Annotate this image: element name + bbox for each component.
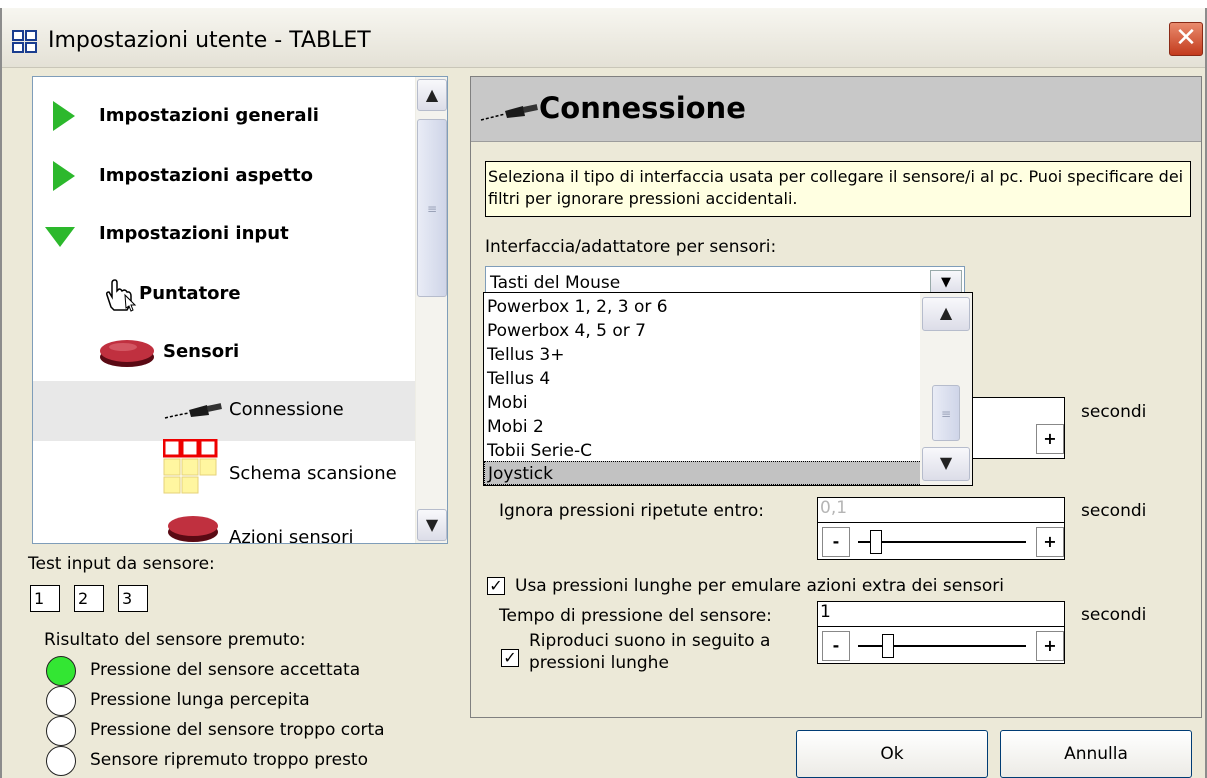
dropdown-option[interactable]: Tellus 4 — [484, 367, 922, 391]
close-button[interactable]: ✕ — [1169, 22, 1203, 56]
dropdown-option[interactable]: Powerbox 1, 2, 3 or 6 — [484, 295, 922, 319]
panel-header: Connessione — [471, 77, 1201, 142]
sound-checkbox[interactable]: ✓ — [501, 649, 519, 667]
tree-item-label: Schema scansione — [229, 463, 397, 484]
scan-grid-icon — [163, 439, 218, 494]
dropdown-option[interactable]: Tobii Serie-C — [484, 439, 922, 463]
test-input-label: Test input da sensore: — [28, 554, 215, 574]
cable-plug-icon — [480, 104, 538, 121]
decrement-button[interactable]: - — [822, 631, 850, 661]
dropdown-option[interactable]: Powerbox 4, 5 or 7 — [484, 319, 922, 343]
test-box-3: 3 — [118, 585, 148, 612]
increment-button[interactable]: + — [1036, 527, 1064, 557]
interface-select-value: Tasti del Mouse — [490, 273, 621, 293]
ignore-value-field[interactable]: 0,1 — [817, 497, 1065, 523]
result-indicator-accepted — [46, 656, 76, 686]
ignore-label: Ignora pressioni ripetute entro: — [499, 501, 764, 521]
tree-item-label: Impostazioni input — [99, 223, 289, 244]
tree-item-sensori[interactable]: Sensori — [33, 323, 416, 383]
info-box: Seleziona il tipo di interfaccia usata p… — [485, 161, 1191, 217]
long-press-label: Usa pressioni lunghe per emulare azioni … — [515, 576, 1004, 596]
tree-scrollbar[interactable]: ▲ ≡ ▼ — [415, 77, 447, 543]
test-box-2: 2 — [74, 585, 104, 612]
press-time-slider[interactable]: - + — [817, 626, 1065, 664]
seconds-label-1: secondi — [1081, 402, 1147, 422]
tree-item-label: Connessione — [229, 399, 344, 420]
scroll-thumb[interactable]: ≡ — [417, 119, 447, 297]
scroll-up-button[interactable]: ▲ — [922, 297, 970, 331]
expand-arrow-icon[interactable] — [51, 99, 77, 133]
long-press-checkbox[interactable]: ✓ — [487, 577, 505, 595]
tree-item-impostazioni-generali[interactable]: Impostazioni generali — [33, 87, 416, 147]
result-early-label: Sensore ripremuto troppo presto — [90, 750, 369, 770]
expand-arrow-icon[interactable] — [51, 159, 77, 193]
slider-thumb[interactable] — [870, 530, 882, 554]
tree-item-puntatore[interactable]: Puntatore — [33, 265, 416, 325]
result-indicator-short — [46, 716, 76, 746]
sensor-button-icon — [168, 516, 218, 542]
tree-item-azioni-sensori[interactable]: Azioni sensori — [33, 501, 416, 544]
decrement-button[interactable]: - — [822, 527, 850, 557]
result-indicator-long — [46, 686, 76, 716]
window-title: Impostazioni utente - TABLET — [48, 28, 371, 53]
scroll-down-button[interactable]: ▼ — [417, 509, 447, 541]
dropdown-scrollbar[interactable]: ▲ ≡ ▼ — [920, 293, 972, 485]
tree-item-impostazioni-input[interactable]: Impostazioni input — [33, 205, 416, 265]
slider-thumb[interactable] — [882, 634, 894, 658]
result-accepted-label: Pressione del sensore accettata — [90, 660, 361, 680]
sensor-button-icon — [100, 340, 154, 367]
dropdown-option-selected[interactable]: Joystick — [484, 461, 922, 485]
slider-track — [858, 541, 1026, 543]
settings-window-icon — [12, 30, 37, 53]
cable-plug-icon — [164, 403, 222, 419]
scroll-down-button[interactable]: ▼ — [922, 447, 970, 481]
interface-label: Interfaccia/adattatore per sensori: — [485, 237, 777, 257]
sound-label-line1: Riproduci suono in seguito a — [529, 631, 771, 651]
title-bar: Impostazioni utente - TABLET ✕ — [2, 8, 1205, 68]
tree-item-label: Impostazioni generali — [99, 105, 319, 126]
result-indicator-early — [46, 746, 76, 776]
dropdown-option[interactable]: Tellus 3+ — [484, 343, 922, 367]
tree-item-label: Impostazioni aspetto — [99, 165, 313, 186]
result-short-label: Pressione del sensore troppo corta — [90, 720, 385, 740]
sound-label-line2: pressioni lunghe — [529, 653, 669, 673]
settings-tree: Impostazioni generali Impostazioni aspet… — [32, 76, 448, 544]
tree-item-label: Azioni sensori — [229, 527, 354, 544]
interface-dropdown-list[interactable]: Powerbox 1, 2, 3 or 6 Powerbox 4, 5 or 7… — [483, 292, 973, 486]
press-time-field[interactable]: 1 — [817, 601, 1065, 627]
press-time-label: Tempo di pressione del sensore: — [499, 606, 772, 626]
tree-item-label: Sensori — [163, 341, 240, 362]
ignore-slider[interactable]: - + — [817, 522, 1065, 560]
tree-item-connessione[interactable]: Connessione — [33, 381, 416, 441]
ok-button[interactable]: Ok — [796, 730, 988, 778]
cancel-button[interactable]: Annulla — [1000, 730, 1192, 778]
result-label: Risultato del sensore premuto: — [44, 630, 306, 650]
test-box-1: 1 — [30, 585, 60, 612]
seconds-label-2: secondi — [1081, 501, 1147, 521]
hand-pointer-icon — [106, 279, 137, 312]
tree-item-label: Puntatore — [139, 283, 241, 304]
scroll-up-button[interactable]: ▲ — [417, 79, 447, 111]
collapse-arrow-icon[interactable] — [43, 225, 77, 249]
tree-item-schema-scansione[interactable]: Schema scansione — [33, 439, 416, 501]
result-long-label: Pressione lunga percepita — [90, 690, 310, 710]
seconds-label-3: secondi — [1081, 605, 1147, 625]
scroll-thumb[interactable]: ≡ — [932, 385, 960, 441]
tree-item-impostazioni-aspetto[interactable]: Impostazioni aspetto — [33, 147, 416, 207]
dropdown-option[interactable]: Mobi 2 — [484, 415, 922, 439]
dropdown-option[interactable]: Mobi — [484, 391, 922, 415]
increment-button[interactable]: + — [1036, 631, 1064, 661]
panel-title: Connessione — [539, 91, 746, 125]
increment-button[interactable]: + — [1036, 424, 1064, 454]
